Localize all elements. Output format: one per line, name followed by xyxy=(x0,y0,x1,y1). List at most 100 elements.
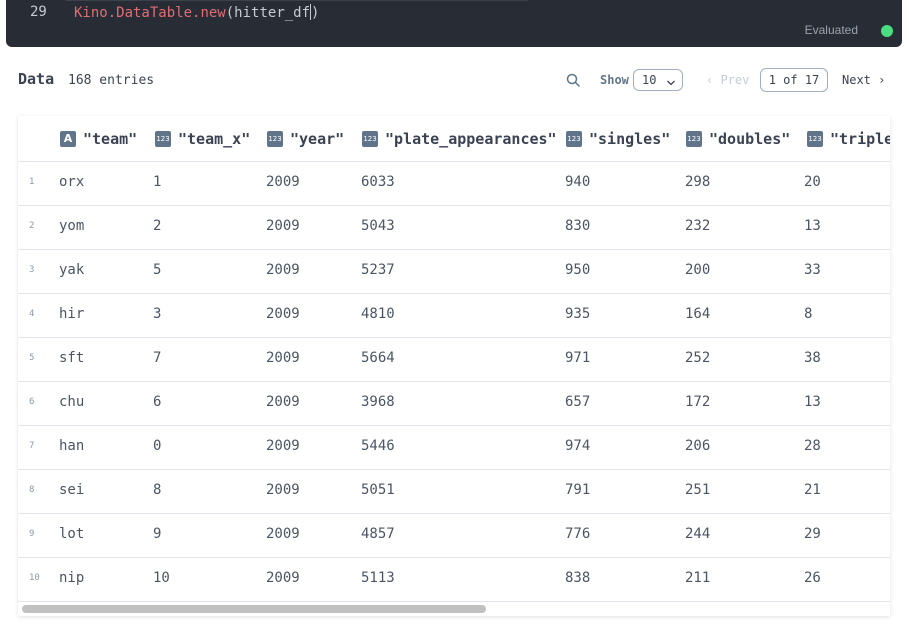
table-cell: 2009 xyxy=(266,174,300,190)
table-cell: 3 xyxy=(153,306,162,322)
table-row[interactable]: 10 nip 10 2009 5113 838 211 26 xyxy=(18,558,890,602)
horizontal-scrollbar[interactable] xyxy=(18,603,890,613)
code-function: .new xyxy=(192,5,226,21)
table-cell: 3968 xyxy=(361,394,395,410)
table-cell: 838 xyxy=(565,570,591,586)
table-cell: yom xyxy=(59,218,85,234)
status-dot-icon xyxy=(881,25,893,37)
page-size-select[interactable]: 10 xyxy=(633,69,683,91)
table-cell: 1 xyxy=(153,174,162,190)
table-cell: 2009 xyxy=(266,570,300,586)
table-row[interactable]: 3 yak 5 2009 5237 950 200 33 xyxy=(18,250,890,294)
table-cell: 13 xyxy=(804,218,821,234)
table-toolbar: Data 168 entries Show 10 ‹ Prev 1 of 17 … xyxy=(18,66,886,94)
table-cell: 172 xyxy=(685,394,711,410)
data-table[interactable]: A "team" 123 "team_x" 123 "year" 123 "plate_… xyxy=(18,116,890,616)
row-index: 4 xyxy=(29,309,35,319)
column-header-team-x[interactable]: 123 "team_x" xyxy=(155,130,250,148)
next-page-button[interactable]: Next › xyxy=(842,73,885,87)
table-cell: 6 xyxy=(153,394,162,410)
table-cell: 8 xyxy=(804,306,813,322)
search-icon[interactable] xyxy=(566,73,580,87)
column-header-doubles[interactable]: 123 "doubles" xyxy=(686,130,790,148)
table-cell: 26 xyxy=(804,570,821,586)
row-index: 10 xyxy=(29,573,40,583)
code-line[interactable]: Kino.DataTable.new(hitter_df) xyxy=(74,4,319,21)
table-cell: 164 xyxy=(685,306,711,322)
table-cell: 251 xyxy=(685,482,711,498)
table-cell: 200 xyxy=(685,262,711,278)
table-header-row: A "team" 123 "team_x" 123 "year" 123 "plate_… xyxy=(18,116,890,162)
table-cell: 830 xyxy=(565,218,591,234)
code-argument: hitter_df xyxy=(234,5,311,21)
row-index: 3 xyxy=(29,265,35,275)
table-cell: han xyxy=(59,438,85,454)
table-cell: 298 xyxy=(685,174,711,190)
table-cell: 5446 xyxy=(361,438,395,454)
number-type-icon: 123 xyxy=(267,131,283,147)
table-row[interactable]: 2 yom 2 2009 5043 830 232 13 xyxy=(18,206,890,250)
row-index: 5 xyxy=(29,353,35,363)
number-type-icon: 123 xyxy=(362,131,378,147)
table-cell: 940 xyxy=(565,174,591,190)
table-cell: 2009 xyxy=(266,482,300,498)
table-row[interactable]: 9 lot 9 2009 4857 776 244 29 xyxy=(18,514,890,558)
table-cell: 5051 xyxy=(361,482,395,498)
table-cell: 971 xyxy=(565,350,591,366)
line-number: 29 xyxy=(30,4,47,20)
table-cell: lot xyxy=(59,526,85,542)
table-cell: 2009 xyxy=(266,526,300,542)
table-cell: 5664 xyxy=(361,350,395,366)
number-type-icon: 123 xyxy=(566,131,582,147)
table-cell: orx xyxy=(59,174,85,190)
table-cell: 657 xyxy=(565,394,591,410)
table-row[interactable]: 4 hir 3 2009 4810 935 164 8 xyxy=(18,294,890,338)
table-cell: 4810 xyxy=(361,306,395,322)
table-cell: 935 xyxy=(565,306,591,322)
row-index: 7 xyxy=(29,441,35,451)
table-title: Data xyxy=(18,70,55,88)
table-row[interactable]: 8 sei 8 2009 5051 791 251 21 xyxy=(18,470,890,514)
table-cell: 252 xyxy=(685,350,711,366)
table-cell: 2009 xyxy=(266,394,300,410)
table-cell: 8 xyxy=(153,482,162,498)
table-cell: 244 xyxy=(685,526,711,542)
page-indicator: 1 of 17 xyxy=(760,68,828,92)
column-header-team[interactable]: A "team" xyxy=(60,130,137,148)
table-row[interactable]: 1 orx 1 2009 6033 940 298 20 xyxy=(18,162,890,206)
column-header-plate-appearances[interactable]: 123 "plate_appearances" xyxy=(362,130,557,148)
table-cell: 6033 xyxy=(361,174,395,190)
chevron-down-icon xyxy=(666,76,676,86)
table-cell: 2009 xyxy=(266,218,300,234)
table-row[interactable]: 7 han 0 2009 5446 974 206 28 xyxy=(18,426,890,470)
column-header-triples[interactable]: 123 "triple xyxy=(807,130,890,148)
table-cell: 20 xyxy=(804,174,821,190)
table-cell: 2 xyxy=(153,218,162,234)
table-cell: 2009 xyxy=(266,438,300,454)
entries-count: 168 entries xyxy=(68,73,155,88)
column-header-singles[interactable]: 123 "singles" xyxy=(566,130,670,148)
row-index: 8 xyxy=(29,485,35,495)
code-editor-border xyxy=(66,0,528,1)
prev-page-button[interactable]: ‹ Prev xyxy=(706,73,749,87)
table-cell: 2009 xyxy=(266,262,300,278)
table-cell: 791 xyxy=(565,482,591,498)
table-cell: 13 xyxy=(804,394,821,410)
table-row[interactable]: 6 chu 6 2009 3968 657 172 13 xyxy=(18,382,890,426)
table-cell: 0 xyxy=(153,438,162,454)
show-label: Show xyxy=(600,73,629,87)
table-cell: 5 xyxy=(153,262,162,278)
table-row[interactable]: 5 sft 7 2009 5664 971 252 38 xyxy=(18,338,890,382)
table-cell: sft xyxy=(59,350,85,366)
code-cell[interactable]: 29 Kino.DataTable.new(hitter_df) Evaluat… xyxy=(6,0,902,47)
table-cell: sei xyxy=(59,482,85,498)
page-size-value: 10 xyxy=(642,73,657,87)
table-cell: 21 xyxy=(804,482,821,498)
table-cell: 28 xyxy=(804,438,821,454)
column-header-year[interactable]: 123 "year" xyxy=(267,130,344,148)
table-cell: 5043 xyxy=(361,218,395,234)
scrollbar-thumb[interactable] xyxy=(22,605,486,613)
row-index: 9 xyxy=(29,529,35,539)
code-module: Kino.DataTable xyxy=(74,5,193,21)
table-cell: yak xyxy=(59,262,85,278)
